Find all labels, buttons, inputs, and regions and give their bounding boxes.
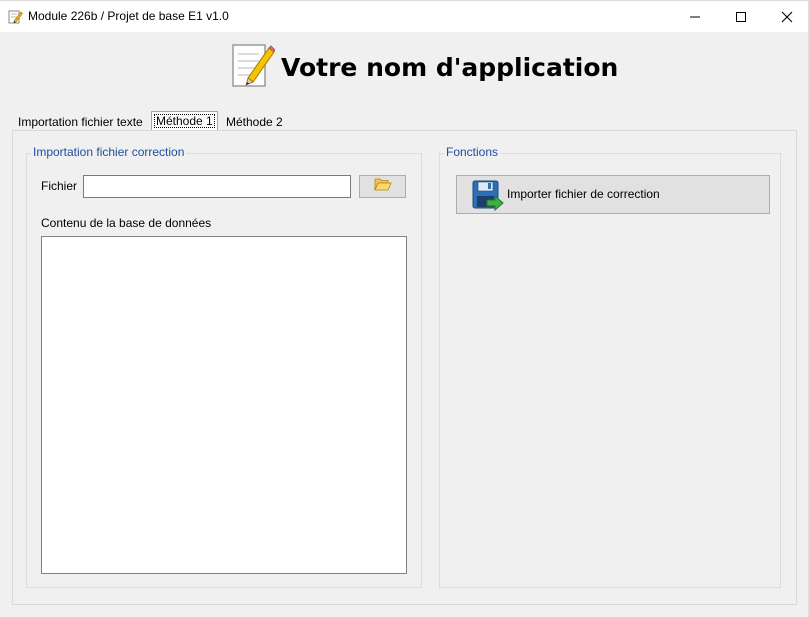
db-content-label: Contenu de la base de données xyxy=(41,216,212,230)
group-title: Importation fichier correction xyxy=(31,145,187,159)
title-bar[interactable]: Module 226b / Projet de base E1 v1.0 xyxy=(0,0,810,32)
notepad-pencil-icon xyxy=(7,9,23,25)
folder-open-icon xyxy=(373,177,392,196)
app-title: Votre nom d'application xyxy=(281,53,619,82)
floppy-disk-arrow-icon xyxy=(472,180,504,212)
tab-methode-1[interactable]: Méthode 1 xyxy=(151,111,218,131)
browse-button[interactable] xyxy=(359,175,406,198)
minimize-button[interactable] xyxy=(672,1,718,32)
file-label: Fichier xyxy=(41,179,78,193)
close-button[interactable] xyxy=(764,1,810,32)
group-title: Fonctions xyxy=(444,145,501,159)
fonctions-group: Fonctions xyxy=(439,145,781,588)
db-content-textarea[interactable] xyxy=(41,236,407,574)
notepad-pencil-icon xyxy=(229,42,276,90)
application-window: Module 226b / Projet de base E1 v1.0 Vot… xyxy=(0,0,810,617)
maximize-button[interactable] xyxy=(718,1,764,32)
file-path-input[interactable] xyxy=(83,175,351,198)
window-title: Module 226b / Projet de base E1 v1.0 xyxy=(28,9,229,23)
import-correction-button[interactable]: Importer fichier de correction xyxy=(456,175,770,214)
import-correction-label: Importer fichier de correction xyxy=(507,187,660,201)
